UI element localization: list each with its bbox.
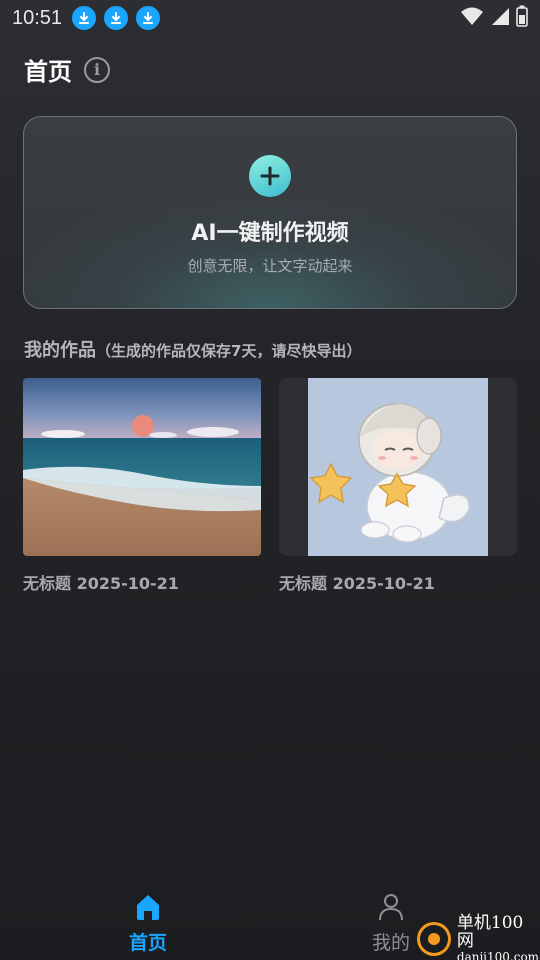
work-item[interactable]: 无标题 2025-10-21	[23, 378, 261, 594]
create-card-title: AI一键制作视频	[191, 221, 349, 246]
screen: 10:51 首页 i AI一键制作视频 创意无限，让文字动起来 我的作品（生成的…	[0, 0, 540, 960]
home-icon	[133, 892, 163, 926]
nav-item-mine[interactable]: 我的	[351, 892, 431, 955]
download-icon	[72, 6, 97, 30]
notification-icons	[72, 6, 161, 30]
works-section-title: 我的作品（生成的作品仅保存7天，请尽快导出）	[24, 336, 361, 362]
work-label: 无标题 2025-10-21	[279, 574, 435, 593]
works-note: （生成的作品仅保存7天，请尽快导出）	[96, 342, 362, 360]
wifi-icon	[460, 6, 484, 30]
create-card-subtitle: 创意无限，让文字动起来	[187, 257, 353, 275]
system-icons	[460, 5, 528, 31]
plus-icon	[249, 155, 291, 197]
signal-icon	[490, 6, 510, 30]
work-item[interactable]: 无标题 2025-10-21	[279, 378, 517, 594]
person-icon	[376, 892, 406, 926]
status-time: 10:51	[12, 6, 63, 29]
download-icon	[104, 6, 129, 30]
anime-character-image[interactable]	[279, 378, 517, 556]
bottom-nav: 首页 我的	[0, 880, 540, 960]
page-title: 首页	[24, 58, 72, 86]
work-label: 无标题 2025-10-21	[23, 574, 179, 593]
create-video-card[interactable]: AI一键制作视频 创意无限，让文字动起来	[23, 116, 517, 309]
beach-sunset-image[interactable]	[23, 378, 261, 556]
status-bar: 10:51	[0, 0, 540, 36]
nav-label-home: 首页	[128, 932, 167, 954]
nav-label-mine: 我的	[371, 932, 410, 954]
header: 首页 i	[24, 52, 110, 87]
works-title: 我的作品	[24, 340, 96, 361]
nav-item-home[interactable]: 首页	[108, 892, 188, 955]
info-icon[interactable]: i	[84, 56, 110, 83]
download-icon	[136, 6, 161, 30]
battery-icon	[516, 5, 528, 31]
